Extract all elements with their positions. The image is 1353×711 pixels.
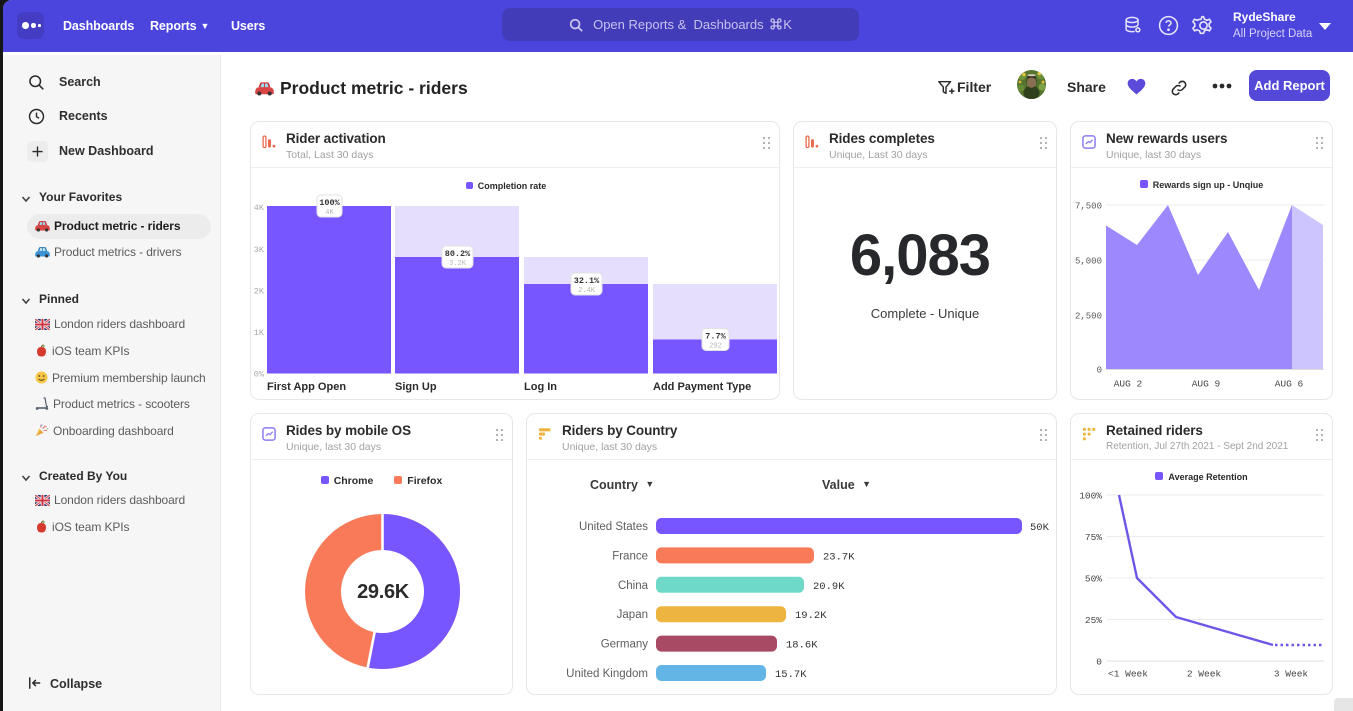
svg-text:Add Payment Type: Add Payment Type — [653, 381, 751, 393]
svg-text:Log In: Log In — [524, 381, 557, 393]
svg-text:4K: 4K — [254, 203, 265, 213]
svg-text:15.7K: 15.7K — [775, 669, 807, 681]
svg-text:50%: 50% — [1085, 574, 1102, 585]
svg-text:AUG 6: AUG 6 — [1275, 379, 1304, 390]
svg-text:18.6K: 18.6K — [786, 640, 818, 652]
svg-text:United States: United States — [579, 521, 648, 533]
svg-text:0: 0 — [1096, 657, 1102, 668]
svg-text:France: France — [612, 550, 648, 562]
svg-text:75%: 75% — [1085, 532, 1102, 543]
svg-text:3.2K: 3.2K — [449, 260, 467, 268]
svg-text:19.2K: 19.2K — [795, 610, 827, 622]
svg-text:23.7K: 23.7K — [823, 551, 855, 563]
svg-text:80.2%: 80.2% — [445, 249, 471, 259]
svg-text:Japan: Japan — [617, 609, 648, 621]
svg-text:32.1%: 32.1% — [574, 276, 600, 286]
svg-text:100%: 100% — [319, 198, 340, 208]
svg-text:50K: 50K — [1030, 522, 1050, 534]
svg-text:7.7%: 7.7% — [705, 332, 726, 342]
svg-text:2K: 2K — [254, 287, 265, 297]
svg-text:<1 Week: <1 Week — [1108, 669, 1148, 680]
svg-text:Germany: Germany — [601, 639, 649, 651]
svg-text:First App Open: First App Open — [267, 381, 346, 393]
svg-text:5,000: 5,000 — [1075, 257, 1102, 267]
svg-text:AUG 9: AUG 9 — [1192, 379, 1221, 390]
svg-text:292: 292 — [709, 343, 722, 351]
svg-text:4K: 4K — [325, 209, 334, 217]
svg-text:2 Week: 2 Week — [1187, 669, 1222, 680]
svg-text:2,500: 2,500 — [1075, 312, 1102, 322]
svg-text:29.6K: 29.6K — [357, 581, 410, 603]
svg-text:7,500: 7,500 — [1075, 202, 1102, 212]
svg-text:100%: 100% — [1079, 491, 1102, 502]
svg-text:2.4K: 2.4K — [578, 287, 596, 295]
svg-text:20.9K: 20.9K — [813, 581, 845, 593]
svg-text:United Kingdom: United Kingdom — [566, 668, 648, 680]
svg-text:3 Week: 3 Week — [1274, 669, 1309, 680]
svg-text:AUG 2: AUG 2 — [1114, 379, 1143, 390]
svg-text:3K: 3K — [254, 245, 265, 255]
svg-text:0%: 0% — [254, 370, 265, 380]
svg-text:1K: 1K — [254, 328, 265, 338]
svg-text:0: 0 — [1097, 366, 1102, 376]
svg-text:China: China — [618, 580, 649, 592]
svg-text:Sign Up: Sign Up — [395, 381, 437, 393]
svg-text:25%: 25% — [1085, 615, 1102, 626]
